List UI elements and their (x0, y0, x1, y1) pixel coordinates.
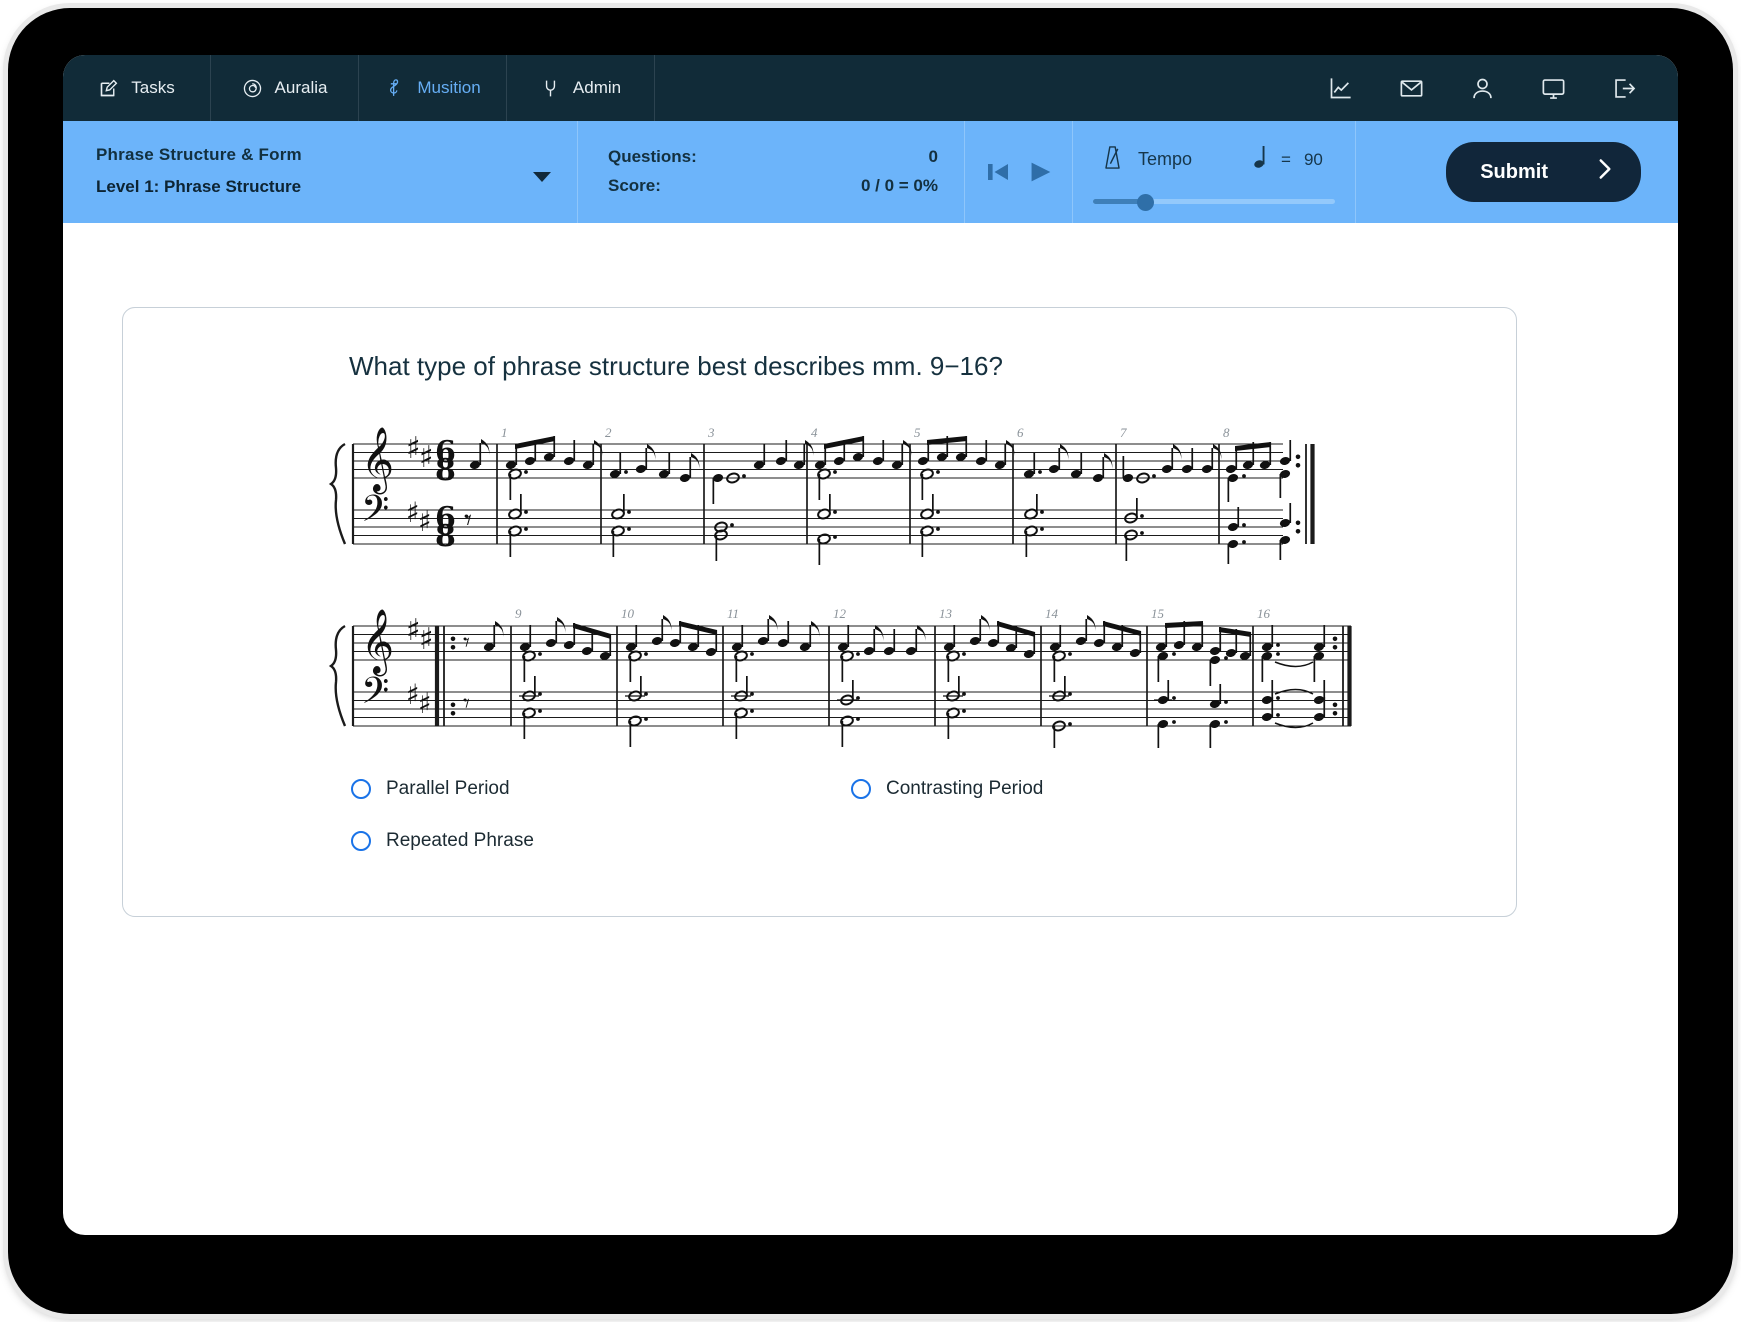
tablet-screen: Tasks Auralia Musition (63, 55, 1678, 1235)
music-score: 𝄞 𝄢 ♯ ♯ ♯ ♯ 6 8 6 8 𝄾 (123, 418, 1516, 750)
svg-text:𝄞: 𝄞 (361, 427, 394, 494)
answer-label: Repeated Phrase (386, 830, 534, 852)
monitor-icon[interactable] (1540, 75, 1567, 102)
answer-option-contrasting-period[interactable]: Contrasting Period (851, 778, 1351, 800)
svg-text:8: 8 (435, 519, 456, 554)
logout-icon[interactable] (1611, 75, 1638, 102)
measure-number: 5 (914, 425, 921, 440)
answer-label: Contrasting Period (886, 778, 1043, 800)
tempo-slider-knob[interactable] (1137, 194, 1154, 211)
score-label: Score: (608, 176, 661, 196)
edit-square-icon (98, 78, 119, 99)
answer-options: Parallel Period Contrasting Period Repea… (351, 778, 1351, 882)
score-system-2: 𝄞 𝄢 ♯ ♯ ♯ ♯ 𝄾 (123, 590, 1518, 750)
chevron-right-icon (1596, 156, 1615, 188)
nav-tab-label: Musition (417, 78, 480, 98)
answer-label: Parallel Period (386, 778, 510, 800)
measure-number: 4 (811, 425, 818, 440)
mail-icon[interactable] (1398, 75, 1425, 102)
svg-text:𝄞: 𝄞 (361, 609, 394, 676)
svg-text:♯: ♯ (419, 440, 434, 475)
measure-number: 8 (1223, 425, 1230, 440)
exercise-toolbar: Phrase Structure & Form Level 1: Phrase … (63, 121, 1678, 223)
measure-number: 13 (939, 606, 953, 621)
svg-text:𝄾: 𝄾 (463, 628, 470, 658)
measure-number: 14 (1045, 606, 1059, 621)
nav-tab-musition[interactable]: Musition (359, 55, 507, 121)
user-icon[interactable] (1469, 75, 1496, 102)
radio-button-icon[interactable] (351, 831, 371, 851)
play-button[interactable] (1025, 156, 1055, 188)
nav-icon-bar (1327, 55, 1678, 121)
transport-controls (965, 121, 1073, 223)
nav-tab-auralia[interactable]: Auralia (211, 55, 359, 121)
nav-tab-tasks[interactable]: Tasks (63, 55, 211, 121)
answer-row: Repeated Phrase (351, 830, 1351, 852)
svg-text:8: 8 (435, 453, 456, 488)
score-system-1: 𝄞 𝄢 ♯ ♯ ♯ ♯ 6 8 6 8 𝄾 (123, 418, 1518, 568)
score-value: 0 / 0 = 0% (861, 176, 938, 196)
measure-number: 10 (621, 606, 635, 621)
measure-number: 9 (515, 606, 522, 621)
answer-option-repeated-phrase[interactable]: Repeated Phrase (351, 830, 863, 852)
submit-area: Submit (1356, 121, 1678, 223)
tempo-panel: Tempo = 90 (1073, 121, 1356, 223)
questions-label: Questions: (608, 147, 697, 167)
svg-text:𝄾: 𝄾 (464, 503, 472, 538)
measure-number: 7 (1120, 425, 1127, 440)
top-navigation-bar: Tasks Auralia Musition (63, 55, 1678, 121)
measure-number: 12 (833, 606, 847, 621)
svg-text:𝄢: 𝄢 (361, 670, 389, 721)
radio-button-icon[interactable] (851, 779, 871, 799)
measure-number: 15 (1151, 606, 1165, 621)
score-row: Score: 0 / 0 = 0% (608, 176, 938, 196)
svg-text:𝄾: 𝄾 (463, 689, 470, 719)
treble-clef-icon (384, 77, 405, 99)
measure-number: 2 (605, 425, 612, 440)
submit-button[interactable]: Submit (1446, 142, 1641, 202)
measure-number: 6 (1017, 425, 1024, 440)
tempo-bpm-readout: = 90 (1254, 143, 1323, 176)
metronome-icon (1101, 144, 1124, 176)
measure-number: 11 (727, 606, 739, 621)
nav-tab-label: Tasks (131, 78, 174, 98)
svg-text:♯: ♯ (418, 687, 432, 720)
spiral-icon (242, 78, 263, 99)
svg-text:𝄢: 𝄢 (361, 488, 389, 539)
stats-panel: Questions: 0 Score: 0 / 0 = 0% (578, 121, 965, 223)
question-prompt: What type of phrase structure best descr… (349, 351, 1003, 382)
course-selector[interactable]: Phrase Structure & Form Level 1: Phrase … (63, 121, 578, 223)
answer-option-parallel-period[interactable]: Parallel Period (351, 778, 851, 800)
tempo-value: 90 (1304, 150, 1323, 170)
svg-text:♯: ♯ (418, 505, 432, 538)
nav-spacer (655, 55, 1327, 121)
tempo-label: Tempo (1138, 149, 1192, 170)
measure-number: 16 (1257, 606, 1271, 621)
measure-number: 1 (501, 425, 508, 440)
tablet-device-frame: Tasks Auralia Musition (8, 8, 1733, 1314)
chart-icon[interactable] (1327, 75, 1354, 102)
tuning-fork-icon (540, 78, 561, 99)
quarter-note-icon (1254, 143, 1268, 176)
tempo-equals-sign: = (1281, 150, 1291, 170)
radio-button-icon[interactable] (351, 779, 371, 799)
nav-tab-label: Auralia (275, 78, 328, 98)
chevron-down-icon[interactable] (533, 172, 551, 182)
question-card: What type of phrase structure best descr… (122, 307, 1517, 917)
tempo-slider[interactable] (1093, 194, 1335, 208)
answer-row: Parallel Period Contrasting Period (351, 778, 1351, 800)
questions-value: 0 (929, 147, 938, 167)
nav-tab-label: Admin (573, 78, 621, 98)
rewind-to-start-button[interactable] (982, 156, 1014, 188)
submit-button-label: Submit (1480, 161, 1548, 184)
course-title: Phrase Structure & Form (96, 145, 577, 165)
measure-number: 3 (707, 425, 715, 440)
svg-text:♯: ♯ (419, 622, 434, 657)
nav-tab-admin[interactable]: Admin (507, 55, 655, 121)
level-title: Level 1: Phrase Structure (96, 177, 577, 197)
questions-row: Questions: 0 (608, 147, 938, 167)
